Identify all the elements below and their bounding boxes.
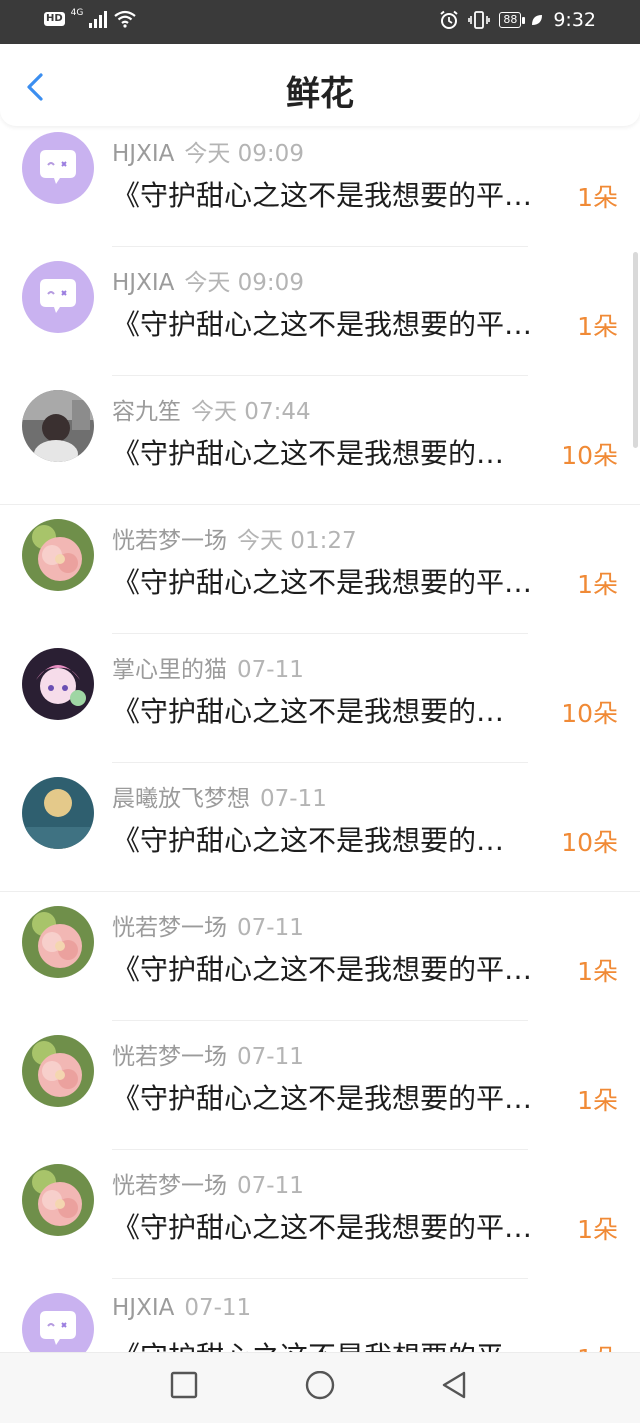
anime-avatar (22, 648, 94, 720)
flower-count: 1朵 (577, 957, 618, 986)
system-nav-bar (0, 1352, 640, 1423)
user-name: 掌心里的猫 (112, 657, 227, 683)
flower-avatar (22, 906, 94, 978)
item-header: 晨曦放飞梦想 07-11 (112, 779, 327, 813)
item-header: HJXIA 今天 09:09 (112, 134, 304, 168)
timestamp: 07-11 (184, 1295, 252, 1321)
flower-avatar (22, 519, 94, 591)
timestamp: 今天 01:27 (237, 528, 357, 554)
list-item[interactable]: HJXIA 07-11 《守护甜心之这不是我想要的平… 1朵 (0, 1279, 640, 1352)
list-item[interactable]: 容九笙 今天 07:44 《守护甜心之这不是我想要的… 10朵 (0, 376, 640, 505)
chat-bubble-avatar (22, 1293, 94, 1352)
painting-avatar (22, 777, 94, 849)
message-text: 《守护甜心之这不是我想要的平… (112, 308, 533, 341)
square-icon[interactable] (170, 1371, 198, 1399)
triangle-back-icon[interactable] (440, 1371, 468, 1401)
item-header: 掌心里的猫 07-11 (112, 650, 304, 684)
item-header: HJXIA 07-11 (112, 1295, 251, 1321)
timestamp: 07-11 (237, 915, 304, 941)
flower-count: 1朵 (577, 312, 618, 341)
timestamp: 今天 09:09 (184, 270, 304, 296)
item-header: 恍若梦一场 07-11 (112, 908, 304, 942)
flower-count: 10朵 (561, 699, 618, 728)
user-name: HJXIA (112, 141, 175, 167)
item-header: 恍若梦一场 07-11 (112, 1166, 304, 1200)
item-header: 容九笙 今天 07:44 (112, 392, 311, 426)
flower-count: 1朵 (577, 1339, 618, 1352)
user-name: HJXIA (112, 1295, 175, 1321)
scrollbar[interactable] (633, 252, 638, 448)
list-item[interactable]: HJXIA 今天 09:09 《守护甜心之这不是我想要的平… 1朵 (0, 118, 640, 247)
timestamp: 07-11 (237, 657, 304, 683)
message-text: 《守护甜心之这不是我想要的… (112, 695, 505, 728)
list-item[interactable]: 恍若梦一场 今天 01:27 《守护甜心之这不是我想要的平… 1朵 (0, 505, 640, 634)
message-text: 《守护甜心之这不是我想要的平… (112, 179, 533, 212)
user-name: HJXIA (112, 270, 175, 296)
chat-bubble-avatar (22, 132, 94, 204)
list-item[interactable]: 掌心里的猫 07-11 《守护甜心之这不是我想要的… 10朵 (0, 634, 640, 763)
flower-avatar (22, 1164, 94, 1236)
user-name: 恍若梦一场 (112, 1044, 227, 1070)
flower-count: 1朵 (577, 570, 618, 599)
item-header: 恍若梦一场 07-11 (112, 1037, 304, 1071)
photo-avatar (22, 390, 94, 462)
flower-list[interactable]: HJXIA 今天 09:09 《守护甜心之这不是我想要的平… 1朵 HJXIA 今天… (0, 0, 640, 1352)
list-item[interactable]: HJXIA 今天 09:09 《守护甜心之这不是我想要的平… 1朵 (0, 247, 640, 376)
user-name: 晨曦放飞梦想 (112, 786, 250, 812)
message-text: 《守护甜心之这不是我想要的平… (112, 953, 533, 986)
item-header: HJXIA 今天 09:09 (112, 263, 304, 297)
user-name: 恍若梦一场 (112, 915, 227, 941)
flower-count: 1朵 (577, 183, 618, 212)
flower-count: 10朵 (561, 828, 618, 857)
message-text: 《守护甜心之这不是我想要的平… (112, 1082, 533, 1115)
flower-count: 10朵 (561, 441, 618, 470)
list-item[interactable]: 恍若梦一场 07-11 《守护甜心之这不是我想要的平… 1朵 (0, 1021, 640, 1150)
timestamp: 07-11 (237, 1173, 304, 1199)
flower-count: 1朵 (577, 1086, 618, 1115)
message-text: 《守护甜心之这不是我想要的… (112, 824, 505, 857)
page-title: 鲜花 (286, 74, 354, 114)
list-item[interactable]: 晨曦放飞梦想 07-11 《守护甜心之这不是我想要的… 10朵 (0, 763, 640, 892)
list-item[interactable]: 恍若梦一场 07-11 《守护甜心之这不是我想要的平… 1朵 (0, 892, 640, 1021)
app-header: 鲜花 (0, 44, 640, 126)
timestamp: 今天 07:44 (191, 399, 311, 425)
message-text: 《守护甜心之这不是我想要的… (112, 437, 505, 470)
timestamp: 07-11 (237, 1044, 304, 1070)
message-text: 《守护甜心之这不是我想要的平… (112, 566, 533, 599)
timestamp: 07-11 (260, 786, 327, 812)
list-item[interactable]: 恍若梦一场 07-11 《守护甜心之这不是我想要的平… 1朵 (0, 1150, 640, 1279)
message-text: 《守护甜心之这不是我想要的平… (112, 1335, 572, 1352)
user-name: 恍若梦一场 (112, 1173, 227, 1199)
timestamp: 今天 09:09 (184, 141, 304, 167)
user-name: 容九笙 (112, 399, 181, 425)
item-header: 恍若梦一场 今天 01:27 (112, 521, 357, 555)
user-name: 恍若梦一场 (112, 528, 227, 554)
chat-bubble-avatar (22, 261, 94, 333)
message-text: 《守护甜心之这不是我想要的平… (112, 1211, 533, 1244)
flower-count: 1朵 (577, 1215, 618, 1244)
circle-icon[interactable] (304, 1371, 336, 1403)
flower-avatar (22, 1035, 94, 1107)
